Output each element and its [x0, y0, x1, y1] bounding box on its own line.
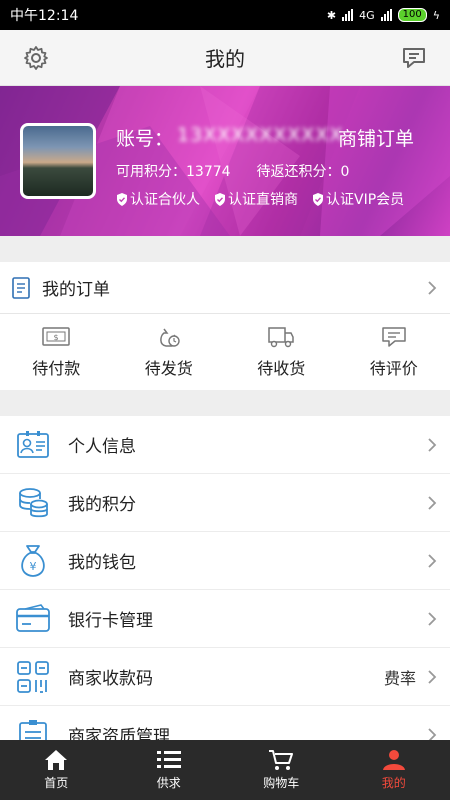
- tab-pending-receipt[interactable]: 待收货: [225, 314, 338, 390]
- badge-vip: 认证VIP会员: [312, 189, 404, 209]
- badge-label: 认证合伙人: [130, 192, 200, 208]
- review-chat-icon: [382, 327, 406, 347]
- home-icon: [45, 750, 68, 770]
- chevron-right-icon: [428, 437, 437, 452]
- payment-icon: $: [42, 327, 70, 346]
- nav-label: 供求: [156, 776, 181, 790]
- chevron-right-icon: [428, 611, 437, 626]
- charging-icon: ϟ: [432, 8, 440, 22]
- rate-label: 费率: [383, 668, 416, 688]
- shield-check-icon: [313, 192, 323, 206]
- message-icon[interactable]: [400, 44, 428, 72]
- orders-section: 我的订单 $ 待付款 待发货 待收货 待评价: [0, 262, 450, 390]
- tab-pending-review[interactable]: 待评价: [338, 314, 450, 390]
- tab-pending-payment[interactable]: $ 待付款: [0, 314, 113, 390]
- money-bag-icon: ¥: [14, 542, 52, 580]
- menu-list: 个人信息 我的积分 ¥ 我的钱包 银行卡管理 商家收款码 费率 商家资质管理: [0, 416, 450, 764]
- menu-item-personal-info[interactable]: 个人信息: [0, 416, 450, 474]
- nav-label: 首页: [44, 776, 69, 790]
- menu-label: 我的钱包: [68, 553, 136, 573]
- account-row: 账号： 13XXXXXXXXXX: [116, 124, 343, 151]
- bluetooth-icon: ✱: [326, 8, 337, 22]
- chevron-right-icon: [428, 553, 437, 568]
- pending-points[interactable]: 待返还积分：0: [257, 161, 350, 181]
- svg-text:$: $: [54, 333, 59, 342]
- network-type: 4G: [359, 8, 375, 22]
- bottom-nav: 首页 供求 购物车 我的: [0, 740, 450, 800]
- status-icons: ✱ 4G 100 ϟ: [327, 8, 440, 22]
- profile-banner: 账号： 13XXXXXXXXXX 商铺订单 可用积分：13774 待返还积分：0…: [0, 86, 450, 236]
- account-label: 账号：: [116, 128, 174, 150]
- shield-check-icon: [215, 192, 225, 206]
- qr-code-icon: [14, 658, 52, 696]
- tab-label: 待评价: [369, 359, 418, 378]
- points-row: 可用积分：13774 待返还积分：0: [116, 161, 349, 181]
- id-card-icon: [14, 426, 52, 464]
- menu-item-bank-card[interactable]: 银行卡管理: [0, 590, 450, 648]
- shield-check-icon: [117, 192, 127, 206]
- menu-label: 银行卡管理: [68, 611, 153, 631]
- menu-label: 商家收款码: [68, 669, 153, 689]
- menu-item-my-points[interactable]: 我的积分: [0, 474, 450, 532]
- gear-icon[interactable]: [22, 44, 50, 72]
- signal-icon: [342, 9, 354, 21]
- tab-label: 待发货: [144, 359, 193, 378]
- menu-label: 我的积分: [68, 495, 136, 515]
- delivery-truck-icon: [268, 327, 294, 348]
- certification-badges: 认证合伙人 认证直销商 认证VIP会员: [116, 189, 404, 209]
- tab-pending-shipment[interactable]: 待发货: [113, 314, 226, 390]
- order-status-tabs: $ 待付款 待发货 待收货 待评价: [0, 314, 450, 390]
- chevron-right-icon: [428, 495, 437, 510]
- nav-label: 购物车: [263, 776, 300, 790]
- list-icon: [156, 751, 181, 768]
- battery-icon: 100: [397, 8, 427, 22]
- badge-label: 认证直销商: [228, 192, 298, 208]
- badge-direct-seller: 认证直销商: [214, 189, 298, 209]
- order-document-icon: [12, 276, 30, 299]
- shop-order-link[interactable]: 商铺订单: [338, 124, 414, 151]
- menu-label: 个人信息: [68, 437, 136, 457]
- menu-item-my-wallet[interactable]: ¥ 我的钱包: [0, 532, 450, 590]
- svg-text:¥: ¥: [30, 560, 37, 573]
- avatar[interactable]: [20, 123, 96, 199]
- nav-home[interactable]: 首页: [0, 740, 113, 800]
- badge-label: 认证VIP会员: [326, 192, 405, 208]
- person-icon: [382, 750, 405, 770]
- tab-label: 待付款: [32, 359, 81, 378]
- status-bar: 中午12:14 ✱ 4G 100 ϟ: [0, 0, 450, 30]
- coins-stack-icon: [14, 484, 52, 522]
- bank-card-icon: [14, 600, 52, 638]
- nav-supply-demand[interactable]: 供求: [113, 740, 226, 800]
- nav-label: 我的: [381, 776, 406, 790]
- cart-icon: [269, 750, 294, 770]
- page-title: 我的: [205, 47, 245, 71]
- available-points[interactable]: 可用积分：13774: [116, 161, 231, 181]
- my-orders-label: 我的订单: [42, 280, 110, 300]
- chevron-right-icon: [428, 280, 437, 295]
- badge-partner: 认证合伙人: [116, 189, 200, 209]
- account-number: 13XXXXXXXXXX: [177, 124, 344, 146]
- nav-mine[interactable]: 我的: [338, 740, 450, 800]
- tab-label: 待收货: [257, 359, 306, 378]
- top-header: 我的: [0, 30, 450, 86]
- nav-cart[interactable]: 购物车: [225, 740, 338, 800]
- chevron-right-icon: [428, 669, 437, 684]
- menu-item-merchant-qr[interactable]: 商家收款码 费率: [0, 648, 450, 706]
- signal-icon-2: [380, 9, 392, 21]
- my-orders-row[interactable]: 我的订单: [0, 262, 450, 314]
- status-time: 中午12:14: [10, 8, 79, 24]
- shipping-bag-icon: [159, 328, 180, 347]
